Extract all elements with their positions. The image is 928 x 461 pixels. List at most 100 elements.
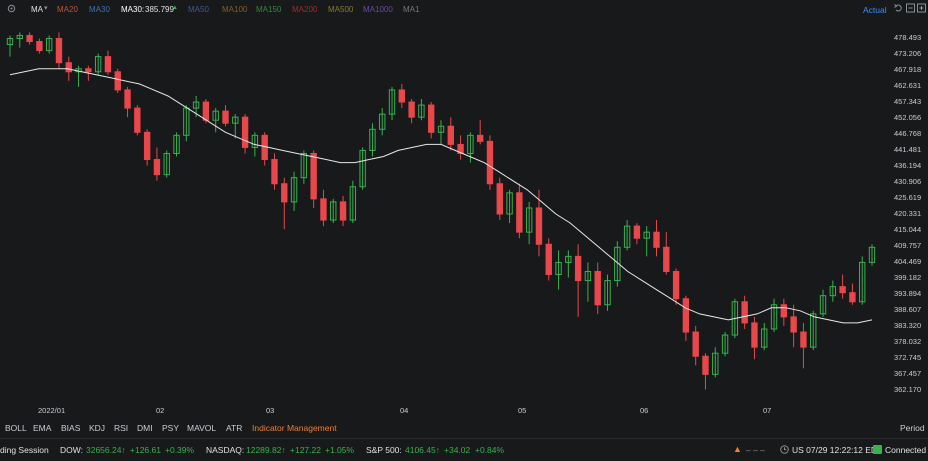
candle-body: [241, 116, 249, 148]
candle-body: [780, 304, 788, 318]
ma30-current-value: 385.799: [145, 5, 174, 14]
price-tick-label: 383.320: [894, 321, 922, 330]
candle-body: [535, 207, 543, 245]
tab-bias[interactable]: BIAS: [61, 423, 80, 433]
candle: [36, 38, 43, 54]
plus-icon[interactable]: [917, 3, 926, 15]
candle-body: [702, 355, 709, 375]
candle-body: [124, 89, 131, 109]
ma-legend-ma500[interactable]: MA500: [328, 5, 353, 14]
candle-body: [633, 225, 641, 239]
date-axis: 2022/01 02 03 04 05 06 07: [0, 404, 888, 418]
candlestick-chart[interactable]: [0, 18, 928, 403]
market-datetime: US 07/29 12:22:12 EDT: [792, 445, 883, 455]
price-tick-label: 462.631: [894, 81, 922, 90]
ma-legend-ma1000[interactable]: MA1000: [363, 5, 393, 14]
candle: [94, 53, 102, 75]
candle: [486, 135, 494, 190]
ma-legend-ma30[interactable]: MA30: [89, 5, 110, 14]
ma-legend-ma30[interactable]: MA30:: [121, 5, 144, 14]
candle-body: [682, 298, 690, 333]
candle-body: [65, 62, 72, 73]
candle-body: [741, 301, 748, 324]
candle-body: [310, 152, 317, 200]
price-tick-label: 436.194: [894, 161, 922, 170]
price-tick-label: 372.745: [894, 353, 922, 362]
period-button[interactable]: Period: [900, 423, 925, 433]
candle: [702, 353, 709, 390]
price-tick-label: 367.457: [894, 369, 922, 378]
candle: [672, 268, 680, 305]
price-tick-label: 404.469: [894, 257, 922, 266]
candle: [584, 262, 592, 302]
minus-icon[interactable]: [906, 3, 915, 15]
candle: [6, 35, 14, 57]
candle-body: [398, 89, 406, 103]
price-tick-label: 441.481: [894, 145, 922, 154]
candle: [516, 183, 523, 239]
chevron-down-icon[interactable]: ▾: [44, 4, 48, 12]
candle: [26, 32, 33, 45]
candle: [751, 316, 758, 360]
date-tick-label: 06: [640, 406, 649, 415]
nasdaq-percent: +1.05%: [325, 445, 355, 455]
candle-body: [751, 322, 758, 348]
candle: [143, 129, 151, 166]
candle: [819, 289, 827, 317]
actual-button[interactable]: Actual: [863, 5, 887, 15]
candle-body: [800, 331, 807, 348]
indicator-tabs: Period BOLL EMA BIAS KDJ RSI DMI PSY MAVOL ATR In…: [0, 421, 928, 437]
indicator-name[interactable]: MA: [31, 5, 43, 14]
candle: [349, 180, 357, 224]
candle: [653, 220, 660, 257]
ma-legend-ma50[interactable]: MA50: [188, 5, 209, 14]
tab-indicator-management[interactable]: Indicator Management: [252, 423, 337, 433]
candle: [281, 177, 288, 230]
ma-legend-ma1[interactable]: MA1: [403, 5, 419, 14]
ma-legend-ma150[interactable]: MA150: [256, 5, 281, 14]
candle-body: [594, 270, 601, 306]
candle-body: [516, 192, 523, 233]
candle: [330, 198, 337, 224]
ma-legend-ma200[interactable]: MA200: [292, 5, 317, 14]
sp500-value: 4106.45↑: [405, 445, 440, 455]
settings-gear-icon[interactable]: [7, 4, 16, 13]
nasdaq-change: +127.22: [290, 445, 321, 455]
tab-dmi[interactable]: DMI: [137, 423, 153, 433]
candle: [496, 177, 503, 221]
tab-psy[interactable]: PSY: [162, 423, 179, 433]
tab-rsi[interactable]: RSI: [114, 423, 128, 433]
tab-mavol[interactable]: MAVOL: [187, 423, 216, 433]
candle: [104, 50, 112, 75]
candle: [124, 86, 131, 118]
candle: [849, 283, 856, 305]
candle-body: [428, 104, 435, 133]
ma-legend-ma20[interactable]: MA20: [57, 5, 78, 14]
price-tick-label: 378.032: [894, 337, 922, 346]
connected-icon: [873, 445, 882, 454]
undo-icon[interactable]: [894, 3, 903, 15]
candle: [506, 189, 513, 224]
candle: [829, 280, 837, 302]
candle-body: [447, 125, 454, 145]
price-tick-label: 452.056: [894, 113, 922, 122]
tab-boll[interactable]: BOLL: [5, 423, 27, 433]
candle: [761, 322, 768, 351]
candle: [594, 262, 601, 314]
candle: [359, 147, 366, 190]
date-tick-label: 03: [266, 406, 275, 415]
flame-icon[interactable]: ▲: [733, 444, 742, 454]
date-tick-label: 2022/01: [38, 406, 66, 415]
dow-percent: +0.39%: [165, 445, 195, 455]
candle: [398, 83, 406, 109]
candle: [682, 295, 690, 342]
candle-body: [849, 292, 856, 303]
connection-status: Connected: [885, 445, 927, 455]
tab-kdj[interactable]: KDJ: [89, 423, 105, 433]
candle: [692, 325, 699, 366]
ma-legend-ma100[interactable]: MA100: [222, 5, 247, 14]
tab-atr[interactable]: ATR: [226, 423, 242, 433]
tab-ema[interactable]: EMA: [33, 423, 51, 433]
candle-body: [672, 270, 680, 300]
candle: [790, 304, 797, 348]
